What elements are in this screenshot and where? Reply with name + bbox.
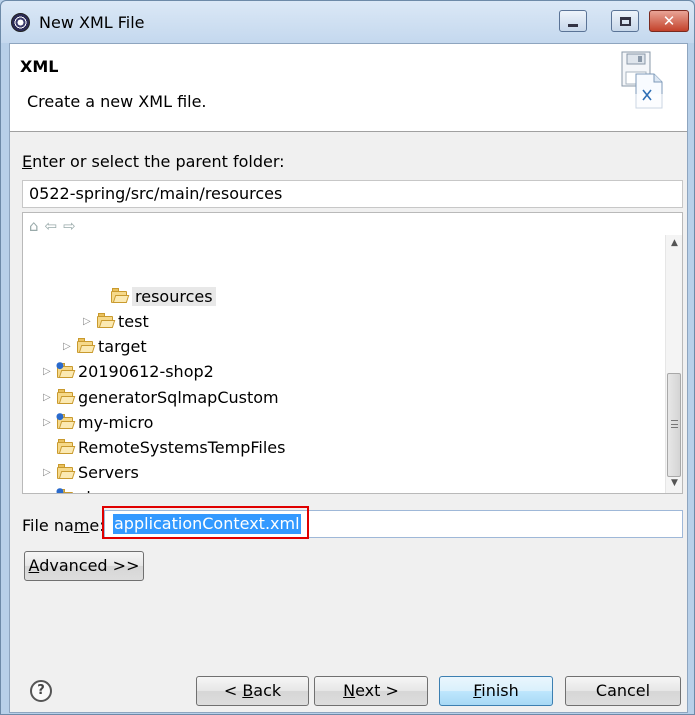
folder-icon [77, 337, 96, 353]
folder-icon [111, 287, 130, 303]
forward-arrow-icon[interactable]: ⇨ [63, 217, 76, 235]
help-icon[interactable]: ? [30, 680, 52, 702]
tree-item-target[interactable]: ▷ target [63, 334, 147, 358]
project-icon: ● [56, 412, 76, 429]
dialog-body: XML Create a new XML file. Enter or sele… [9, 43, 688, 713]
xml-file-wizard-icon [612, 51, 666, 110]
scroll-thumb[interactable] [667, 373, 681, 477]
grip-icon [671, 420, 678, 428]
tree-item-my-micro[interactable]: ▷ ● my-micro [43, 410, 153, 434]
back-arrow-icon[interactable]: ⇦ [45, 217, 58, 235]
expand-arrow-icon[interactable]: ▷ [43, 366, 57, 377]
annotation-highlight-box [102, 506, 309, 539]
wizard-title: XML [20, 57, 59, 76]
next-button[interactable]: Next > [314, 676, 428, 706]
wizard-header: XML Create a new XML file. [10, 44, 687, 132]
back-button[interactable]: < Back [196, 676, 309, 706]
parent-folder-label: Enter or select the parent folder: [22, 152, 285, 171]
tree-item-generatorsqlmapcustom[interactable]: ▷ generatorSqlmapCustom [43, 385, 279, 409]
title-bar[interactable]: New XML File ✕ [1, 1, 694, 43]
expand-arrow-icon[interactable]: ▷ [43, 467, 57, 478]
wizard-description: Create a new XML file. [27, 92, 207, 111]
project-icon: ● [56, 487, 74, 493]
file-name-label: File name: [22, 516, 105, 535]
eclipse-icon [11, 13, 30, 32]
expand-arrow-icon[interactable]: ▷ [43, 492, 57, 494]
advanced-button[interactable]: Advanced >> [24, 551, 144, 581]
tree-item-servers[interactable]: ▷ Servers [43, 460, 139, 484]
expand-arrow-icon[interactable]: ▷ [83, 316, 97, 327]
finish-button[interactable]: Finish [439, 676, 553, 706]
close-button[interactable]: ✕ [649, 10, 689, 32]
tree-item-remotesystemstempfiles[interactable]: RemoteSystemsTempFiles [43, 435, 285, 459]
project-icon [57, 438, 76, 454]
folder-icon [57, 463, 76, 479]
scroll-up-icon[interactable]: ▲ [666, 235, 682, 252]
folder-tree[interactable]: ⌂ ⇦ ⇨ resources ▷ test ▷ target ▷ ● 2019… [22, 212, 683, 494]
maximize-button[interactable] [611, 10, 639, 32]
new-xml-file-dialog: New XML File ✕ XML Create a new XML file… [0, 0, 695, 715]
tree-toolbar: ⌂ ⇦ ⇨ [29, 217, 76, 235]
tree-item-resources[interactable]: resources [111, 284, 216, 308]
expand-arrow-icon[interactable]: ▷ [43, 417, 57, 428]
window-title: New XML File [39, 13, 145, 32]
folder-icon [97, 312, 116, 328]
expand-arrow-icon[interactable]: ▷ [43, 392, 57, 403]
tree-item-shop[interactable]: ▷ ● shop [43, 485, 116, 494]
minimize-icon [568, 23, 578, 27]
maximize-icon [619, 16, 631, 26]
project-icon: ● [56, 361, 76, 378]
close-icon: ✕ [662, 11, 676, 30]
tree-scrollbar[interactable]: ▲ ▼ [665, 235, 682, 493]
cancel-button[interactable]: Cancel [565, 676, 681, 706]
project-icon [57, 388, 76, 404]
tree-item-20190612-shop2[interactable]: ▷ ● 20190612-shop2 [43, 359, 214, 383]
tree-item-test[interactable]: ▷ test [83, 309, 149, 333]
expand-arrow-icon[interactable]: ▷ [63, 341, 77, 352]
parent-folder-input[interactable]: 0522-spring/src/main/resources [22, 180, 683, 208]
scroll-down-icon[interactable]: ▼ [666, 475, 682, 492]
minimize-button[interactable] [559, 10, 587, 32]
home-icon[interactable]: ⌂ [29, 217, 39, 235]
